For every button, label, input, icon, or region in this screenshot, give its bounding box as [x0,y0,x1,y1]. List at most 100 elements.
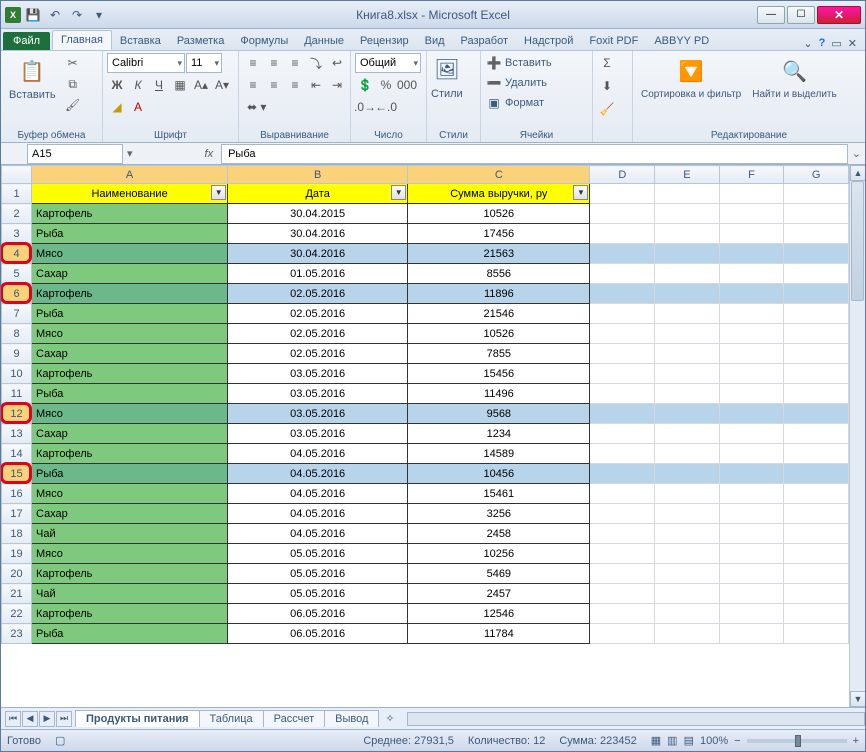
empty-cell[interactable] [784,404,849,424]
empty-cell[interactable] [655,404,720,424]
sheet-nav-first-icon[interactable]: ⏮ [5,711,21,727]
empty-cell[interactable] [590,584,655,604]
empty-cell[interactable] [719,424,784,444]
empty-cell[interactable] [590,244,655,264]
row-header-5[interactable]: 5 [2,264,32,284]
sheet-tab-3[interactable]: Вывод [324,710,379,727]
empty-cell[interactable] [719,404,784,424]
scroll-up-icon[interactable]: ▲ [850,165,865,181]
increase-decimal-icon[interactable]: .0→ [355,97,375,117]
empty-cell[interactable] [590,444,655,464]
empty-cell[interactable] [784,264,849,284]
empty-cell[interactable] [784,364,849,384]
empty-cell[interactable] [784,524,849,544]
border-button[interactable]: ▦ [170,75,190,95]
empty-cell[interactable] [719,204,784,224]
italic-button[interactable]: К [128,75,148,95]
empty-cell[interactable] [719,364,784,384]
align-right-icon[interactable]: ≡ [285,75,305,95]
empty-cell[interactable] [655,384,720,404]
cell-C23[interactable]: 11784 [408,624,590,644]
cell-B18[interactable]: 04.05.2016 [228,524,408,544]
row-header-2[interactable]: 2 [2,204,32,224]
ribbon-tab-0[interactable]: Главная [52,30,112,50]
grow-font-icon[interactable]: A▴ [191,75,211,95]
empty-cell[interactable] [590,544,655,564]
row-header-17[interactable]: 17 [2,504,32,524]
cell-A10[interactable]: Картофель [32,364,228,384]
ribbon-tab-7[interactable]: Разработ [453,32,516,50]
cell-B4[interactable]: 30.04.2016 [228,244,408,264]
row-header-14[interactable]: 14 [2,444,32,464]
align-center-icon[interactable]: ≡ [264,75,284,95]
empty-cell[interactable] [719,284,784,304]
empty-cell[interactable] [784,624,849,644]
formula-input[interactable]: Рыба [221,144,848,164]
cell-A21[interactable]: Чай [32,584,228,604]
number-format-combo[interactable]: Общий [355,53,421,73]
col-header-F[interactable]: F [719,166,784,184]
zoom-in-button[interactable]: + [853,735,859,747]
cell-C18[interactable]: 2458 [408,524,590,544]
empty-cell[interactable] [784,304,849,324]
cell-B22[interactable]: 06.05.2016 [228,604,408,624]
cell-C4[interactable]: 21563 [408,244,590,264]
cell-C7[interactable]: 21546 [408,304,590,324]
empty-cell[interactable] [719,604,784,624]
cell-C12[interactable]: 9568 [408,404,590,424]
empty-cell[interactable] [655,604,720,624]
sort-filter-button[interactable]: 🔽 Сортировка и фильтр [637,53,745,102]
cell-C10[interactable]: 15456 [408,364,590,384]
cell-C13[interactable]: 1234 [408,424,590,444]
paste-button[interactable]: 📋 Вставить [5,53,60,103]
row-header-11[interactable]: 11 [2,384,32,404]
ribbon-tab-1[interactable]: Вставка [112,32,169,50]
sheet-nav-prev-icon[interactable]: ◀ [22,711,38,727]
empty-cell[interactable] [784,424,849,444]
cell-A4[interactable]: Мясо [32,244,228,264]
empty-cell[interactable] [719,544,784,564]
increase-indent-icon[interactable]: ⇥ [327,75,347,95]
row-header-4[interactable]: 4 [2,244,32,264]
row-header-1[interactable]: 1 [2,184,32,204]
zoom-slider[interactable] [747,739,847,743]
select-all-corner[interactable] [2,166,32,184]
empty-cell[interactable] [719,444,784,464]
row-header-18[interactable]: 18 [2,524,32,544]
empty-cell[interactable] [719,184,784,204]
cell-A3[interactable]: Рыба [32,224,228,244]
empty-cell[interactable] [655,524,720,544]
sheet-tab-2[interactable]: Рассчет [263,710,326,727]
empty-cell[interactable] [719,344,784,364]
copy-icon[interactable]: ⧉ [63,74,83,94]
comma-icon[interactable]: 000 [397,75,417,95]
empty-cell[interactable] [655,184,720,204]
empty-cell[interactable] [784,384,849,404]
cell-B20[interactable]: 05.05.2016 [228,564,408,584]
cell-B10[interactable]: 03.05.2016 [228,364,408,384]
cell-A15[interactable]: Рыба [32,464,228,484]
empty-cell[interactable] [655,484,720,504]
cell-B2[interactable]: 30.04.2015 [228,204,408,224]
insert-cells-button[interactable]: ➕Вставить [485,53,585,73]
fx-button[interactable]: fx [197,148,222,160]
underline-button[interactable]: Ч [149,75,169,95]
cell-A22[interactable]: Картофель [32,604,228,624]
sheet-tab-1[interactable]: Таблица [199,710,264,727]
decrease-decimal-icon[interactable]: ←.0 [376,97,396,117]
qat-redo-icon[interactable]: ↷ [67,5,87,25]
empty-cell[interactable] [590,364,655,384]
cell-B3[interactable]: 30.04.2016 [228,224,408,244]
row-header-19[interactable]: 19 [2,544,32,564]
row-header-13[interactable]: 13 [2,424,32,444]
qat-dropdown-icon[interactable]: ▾ [89,5,109,25]
align-middle-icon[interactable]: ≡ [264,53,284,73]
namebox-dropdown-icon[interactable]: ▾ [123,147,137,160]
formula-expand-icon[interactable]: ⌄ [848,147,865,160]
col-header-G[interactable]: G [784,166,849,184]
ribbon-minimize-icon[interactable]: ⌄ [803,37,812,50]
empty-cell[interactable] [655,324,720,344]
cell-A8[interactable]: Мясо [32,324,228,344]
scroll-down-icon[interactable]: ▼ [850,691,865,707]
zoom-level[interactable]: 100% [700,735,728,747]
